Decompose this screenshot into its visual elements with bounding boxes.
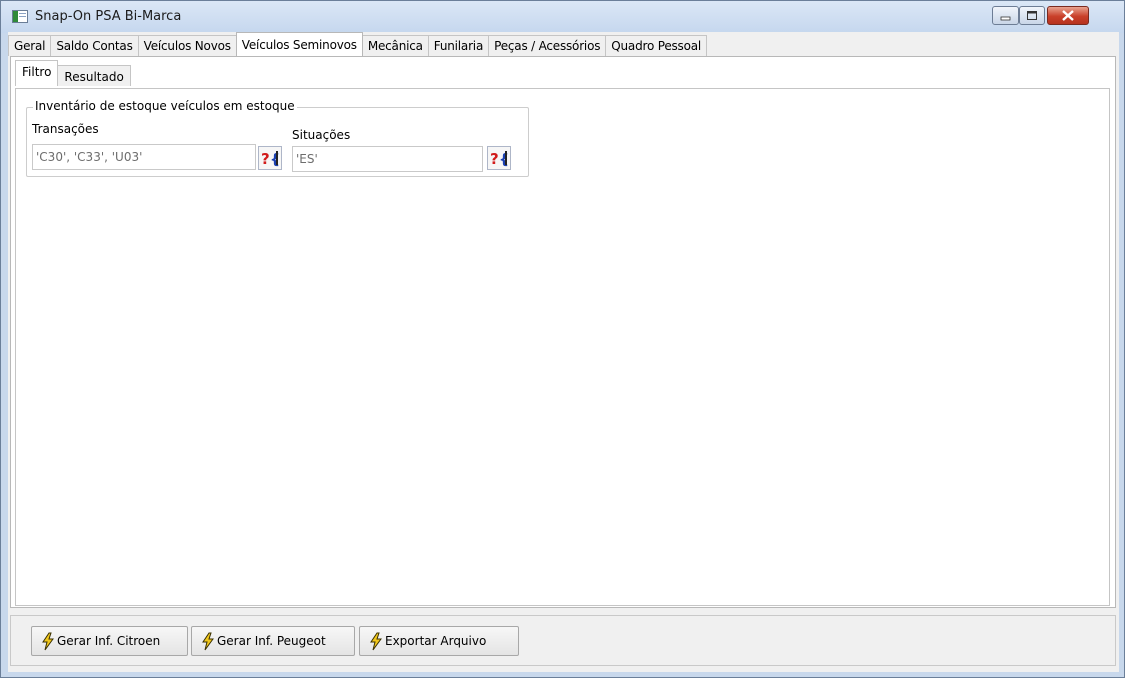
filter-panel: Inventário de estoque veículos em estoqu… [15, 88, 1110, 606]
situacoes-field[interactable] [292, 146, 483, 172]
svg-text:{: { [270, 152, 280, 168]
situacoes-label: Situações [292, 128, 351, 142]
lookup-icon: ? { [261, 150, 280, 168]
exportar-arquivo-button[interactable]: Exportar Arquivo [359, 626, 519, 656]
tab-veiculos-novos[interactable]: Veículos Novos [137, 35, 237, 56]
client-area: Geral Saldo Contas Veículos Novos Veícul… [8, 32, 1119, 672]
window-title: Snap-On PSA Bi-Marca [35, 9, 182, 24]
close-button[interactable] [1047, 6, 1089, 25]
maximize-icon [1027, 11, 1037, 20]
svg-text:?: ? [261, 150, 270, 168]
tab-saldo-contas[interactable]: Saldo Contas [50, 35, 139, 56]
gerar-peugeot-button[interactable]: Gerar Inf. Peugeot [191, 626, 355, 656]
tab-veiculos-seminovos[interactable]: Veículos Seminovos [235, 32, 363, 56]
lightning-bolt-icon [42, 632, 54, 651]
app-window-icon [12, 10, 28, 23]
inventory-filter-group: Inventário de estoque veículos em estoqu… [26, 99, 529, 177]
main-tabs: Geral Saldo Contas Veículos Novos Veícul… [8, 32, 708, 57]
exportar-arquivo-label: Exportar Arquivo [385, 634, 487, 648]
tab-pecas-acessorios[interactable]: Peças / Acessórios [488, 35, 607, 56]
action-bar: Gerar Inf. Citroen Gerar Inf. Peugeot Ex… [10, 615, 1116, 666]
close-icon [1062, 10, 1074, 21]
application-window: Snap-On PSA Bi-Marca Geral Saldo Contas … [0, 0, 1125, 678]
sub-tabs: Filtro Resultado [15, 60, 131, 86]
group-title: Inventário de estoque veículos em estoqu… [33, 99, 297, 113]
gerar-citroen-button[interactable]: Gerar Inf. Citroen [31, 626, 188, 656]
gerar-citroen-label: Gerar Inf. Citroen [57, 634, 161, 648]
situacoes-lookup-button[interactable]: ? { [487, 146, 511, 170]
lightning-bolt-icon [202, 632, 214, 651]
tab-geral[interactable]: Geral [8, 35, 52, 56]
transacoes-lookup-button[interactable]: ? { [258, 146, 282, 170]
tab-quadro-pessoal[interactable]: Quadro Pessoal [605, 35, 708, 56]
transacoes-field[interactable] [32, 144, 256, 170]
transacoes-label: Transações [32, 122, 99, 136]
maximize-button[interactable] [1019, 6, 1045, 25]
svg-text:?: ? [490, 150, 499, 168]
svg-text:{: { [499, 152, 509, 168]
tab-funilaria[interactable]: Funilaria [427, 35, 490, 56]
tab-mecanica[interactable]: Mecânica [361, 35, 429, 56]
lookup-icon: ? { [490, 150, 509, 168]
lightning-bolt-icon [370, 632, 382, 651]
subtab-filtro[interactable]: Filtro [15, 60, 59, 86]
tab-panel-veiculos-seminovos: Filtro Resultado Inventário de estoque v… [10, 56, 1116, 608]
minimize-button[interactable] [992, 6, 1019, 25]
gerar-peugeot-label: Gerar Inf. Peugeot [217, 634, 326, 648]
title-bar[interactable]: Snap-On PSA Bi-Marca [1, 1, 1124, 33]
minimize-icon [1000, 16, 1011, 21]
subtab-resultado[interactable]: Resultado [57, 65, 131, 86]
